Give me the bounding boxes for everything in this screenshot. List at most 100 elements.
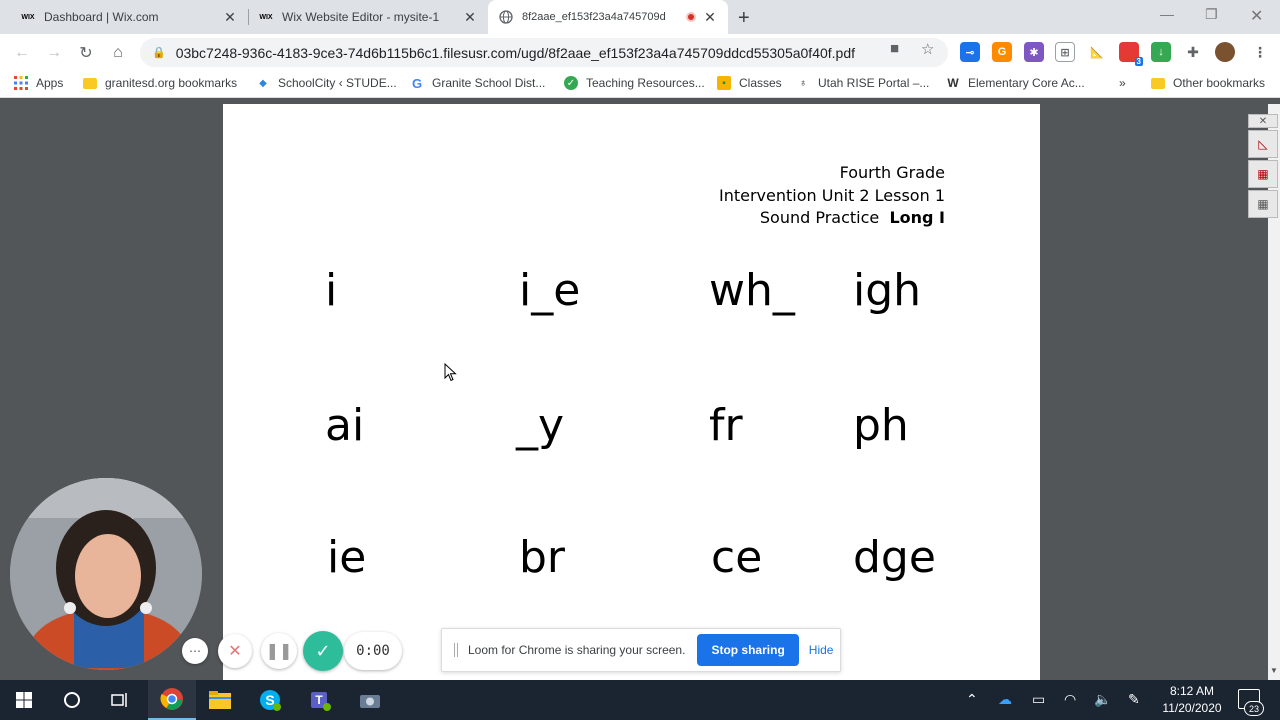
loom-timer: 0:00 <box>344 632 402 670</box>
extension-badge-icon[interactable]: 3 <box>1119 42 1143 66</box>
bookmark-apps[interactable]: Apps <box>14 76 63 90</box>
sound-card: dge <box>853 532 936 583</box>
globe-icon <box>498 9 514 25</box>
tab-wix-dashboard[interactable]: WIX Dashboard | Wix.com ✕ <box>0 0 248 34</box>
wifi-icon[interactable]: ◠ <box>1064 691 1076 708</box>
bookmark-teaching-resources[interactable]: ✓ Teaching Resources... <box>564 76 705 90</box>
tab-wix-editor[interactable]: WIX Wix Website Editor - mysite-1 ✕ <box>238 0 488 34</box>
start-windows-icon[interactable] <box>0 680 48 720</box>
google-icon: G <box>411 75 423 91</box>
grade-line: Fourth Grade <box>839 163 945 182</box>
chrome-taskbar-icon[interactable] <box>148 680 196 720</box>
extension-gauge-icon[interactable]: G <box>992 42 1012 62</box>
menu-kebab-icon[interactable]: ⋮ <box>1250 42 1270 62</box>
sound-card: ce <box>711 532 763 583</box>
sound-card: br <box>519 532 566 583</box>
restore-icon[interactable]: ❐ <box>1205 6 1218 23</box>
back-icon[interactable]: ← <box>10 41 34 65</box>
taskbar-clock[interactable]: 8:12 AM 11/20/2020 <box>1152 683 1232 717</box>
window-close-icon[interactable]: ✕ <box>1250 6 1263 26</box>
search-circle-icon[interactable] <box>48 680 96 720</box>
recording-icon <box>686 12 696 22</box>
tray-chevron-up-icon[interactable]: ⌃ <box>966 691 978 708</box>
bookmark-granite-school[interactable]: G Granite School Dist... <box>410 75 545 91</box>
browser-toolbar: ← → ↻ ⌂ 🔒 03bc7248-936c-4183-9ce3-74d6b1… <box>0 34 1280 71</box>
loom-cancel-button[interactable]: ✕ <box>218 634 252 668</box>
sound-card: igh <box>853 265 922 316</box>
file-explorer-icon[interactable] <box>196 680 244 720</box>
task-view-icon[interactable] <box>96 680 144 720</box>
home-icon[interactable]: ⌂ <box>106 41 130 65</box>
extensions-puzzle-icon[interactable]: ✚ <box>1183 42 1203 62</box>
tab-title: Dashboard | Wix.com <box>44 10 159 24</box>
bookmark-schoolcity[interactable]: ◆ SchoolCity ‹ STUDE... <box>256 76 397 90</box>
bookmark-utah-rise[interactable]: ♁ Utah RISE Portal –... <box>796 76 929 90</box>
sound-card: i_e <box>519 265 581 316</box>
skype-icon[interactable]: S <box>246 680 294 720</box>
rise-icon: ♁ <box>799 77 807 89</box>
annotation-grid-icon[interactable]: ▦ <box>1248 190 1278 218</box>
camera-app-icon[interactable] <box>346 680 394 720</box>
hide-button[interactable]: Hide <box>809 643 834 657</box>
bookmark-label: SchoolCity ‹ STUDE... <box>278 76 397 90</box>
loom-pause-button[interactable]: ❚❚ <box>261 633 297 669</box>
clock-date: 11/20/2020 <box>1162 701 1222 715</box>
screen-share-bar: Loom for Chrome is sharing your screen. … <box>441 628 841 672</box>
bookmark-label: Classes <box>739 76 782 90</box>
more-bookmarks-chevron-icon[interactable]: » <box>1119 76 1126 90</box>
new-tab-button[interactable]: + <box>738 7 750 30</box>
extension-grid-icon[interactable]: ⊞ <box>1055 42 1075 62</box>
bookmark-label: Apps <box>36 76 64 90</box>
annotation-grid-red-icon[interactable]: ▦ <box>1248 160 1278 188</box>
bookmarks-bar: Apps granitesd.org bookmarks ◆ SchoolCit… <box>0 71 1280 98</box>
loom-more-button[interactable]: ⋯ <box>182 638 208 664</box>
extension-key-icon[interactable]: ⊸ <box>960 42 980 62</box>
bookmark-classes[interactable]: ▪ Classes <box>717 76 782 90</box>
pdf-page: Fourth Grade Intervention Unit 2 Lesson … <box>223 104 1040 680</box>
annotation-ruler-icon[interactable]: ◺ <box>1248 130 1278 158</box>
bookmark-star-icon[interactable]: ☆ <box>921 40 934 58</box>
mouse-cursor-icon <box>444 363 457 382</box>
volume-icon[interactable]: 🔈 <box>1094 691 1111 708</box>
url-text: 03bc7248-936c-4183-9ce3-74d6b115b6c1.fil… <box>175 44 856 61</box>
wix-icon: WIX <box>259 13 273 21</box>
close-icon[interactable]: ✕ <box>222 9 238 25</box>
bookmark-elementary-core[interactable]: W Elementary Core Ac... <box>946 76 1084 90</box>
notification-count-badge: 23 <box>1244 701 1264 716</box>
extension-download-icon[interactable]: ↓ <box>1151 42 1171 62</box>
loom-webcam-bubble[interactable] <box>10 478 202 670</box>
pen-icon[interactable]: ✎ <box>1128 691 1140 708</box>
battery-icon[interactable]: ▭ <box>1032 691 1045 708</box>
extension-pinwheel-icon[interactable]: ✱ <box>1024 42 1044 62</box>
teams-icon[interactable]: T <box>296 680 344 720</box>
minimize-icon[interactable]: — <box>1160 6 1174 22</box>
bookmark-other[interactable]: Other bookmarks <box>1151 76 1265 90</box>
sound-card: wh_ <box>709 265 795 316</box>
camera-icon[interactable]: ■ <box>890 40 899 57</box>
lock-icon: 🔒 <box>152 47 166 59</box>
sound-practice-label: Sound Practice <box>759 208 880 227</box>
folder-icon <box>1151 76 1165 90</box>
unit-lesson-line: Intervention Unit 2 Lesson 1 <box>718 185 945 205</box>
w-icon: W <box>947 76 959 90</box>
loom-finish-button[interactable]: ✓ <box>303 631 343 671</box>
scroll-down-icon[interactable]: ▼ <box>1268 666 1280 678</box>
stop-sharing-button[interactable]: Stop sharing <box>697 634 799 666</box>
bookmark-label: Utah RISE Portal –... <box>818 76 930 90</box>
bookmark-label: granitesd.org bookmarks <box>105 76 238 90</box>
sound-card: fr <box>709 400 743 451</box>
close-icon[interactable]: ✕ <box>462 9 478 25</box>
extension-ruler-icon[interactable]: 📐 <box>1087 42 1107 62</box>
folder-icon <box>83 76 97 90</box>
profile-avatar[interactable] <box>1215 42 1235 62</box>
annotation-close-icon[interactable]: ✕ <box>1248 114 1278 128</box>
address-bar[interactable]: 🔒 03bc7248-936c-4183-9ce3-74d6b115b6c1.f… <box>140 38 948 67</box>
drag-handle-icon[interactable] <box>454 643 458 657</box>
forward-icon[interactable]: → <box>42 41 66 65</box>
tab-title: 8f2aae_ef153f23a4a745709d <box>522 11 666 23</box>
tab-pdf[interactable]: 8f2aae_ef153f23a4a745709d ✕ <box>488 0 728 34</box>
reload-icon[interactable]: ↻ <box>74 41 98 65</box>
onedrive-icon[interactable]: ☁ <box>998 691 1012 708</box>
bookmark-granitesd[interactable]: granitesd.org bookmarks <box>83 76 237 90</box>
close-icon[interactable]: ✕ <box>702 9 718 25</box>
